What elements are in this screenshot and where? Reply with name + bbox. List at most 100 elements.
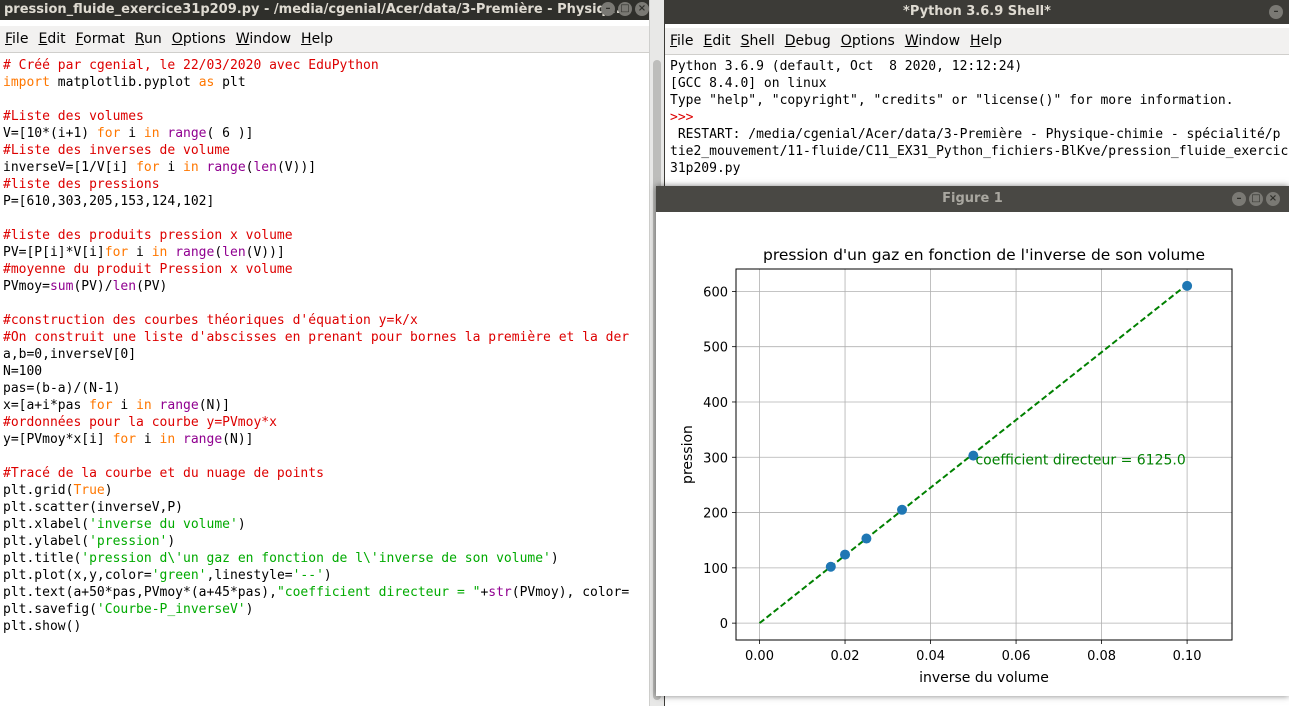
code-line: #ordonnées pour la courbe y=PVmoy*x: [3, 415, 277, 430]
y-axis-label: pression: [680, 425, 696, 484]
y-tick-label: 600: [703, 285, 728, 300]
minimize-icon[interactable]: –: [601, 2, 615, 16]
code-line: #Liste des inverses de volume: [3, 143, 230, 158]
shell-menu-window[interactable]: Window: [900, 28, 965, 54]
y-tick-label: 500: [703, 341, 728, 356]
figure-window-buttons: – □ ×: [1232, 192, 1280, 206]
code-line: a,b=0,inverseV[0]: [3, 347, 137, 362]
scatter-point: [861, 533, 872, 544]
y-tick-label: 0: [720, 617, 728, 632]
code-line: plt.text(a+50*pas,PVmoy*(a+45*pas),"coef…: [3, 585, 630, 600]
scatter-point: [1182, 280, 1193, 291]
figure-titlebar[interactable]: Figure 1 – □ ×: [656, 186, 1289, 212]
code-line: import matplotlib.pyplot as plt: [3, 75, 246, 90]
code-line: plt.scatter(inverseV,P): [3, 500, 184, 515]
y-tick-label: 400: [703, 396, 728, 411]
code-line: V=[10*(i+1) for i in range( 6 )]: [3, 126, 254, 141]
code-line: plt.savefig('Courbe-P_inverseV'): [3, 602, 254, 617]
editor-window-buttons: – □ ×: [601, 2, 649, 16]
minimize-icon[interactable]: –: [1232, 192, 1246, 206]
y-tick-label: 200: [703, 507, 728, 522]
shell-titlebar[interactable]: *Python 3.6.9 Shell* –: [665, 0, 1289, 24]
editor-menu-options[interactable]: Options: [167, 26, 231, 52]
shell-menu-help[interactable]: Help: [965, 28, 1007, 54]
editor-window: pression_fluide_exercice31p209.py - /med…: [0, 0, 649, 706]
code-line: P=[610,303,205,153,124,102]: [3, 194, 215, 209]
scatter-point: [840, 549, 851, 560]
code-line: y=[PVmoy*x[i] for i in range(N)]: [3, 432, 254, 447]
minimize-icon[interactable]: –: [1269, 5, 1283, 19]
editor-title: pression_fluide_exercice31p209.py - /med…: [4, 2, 621, 17]
figure-title: Figure 1: [942, 191, 1003, 206]
x-tick-label: 0.00: [745, 649, 774, 664]
shell-menu-file[interactable]: File: [665, 28, 698, 54]
editor-titlebar[interactable]: pression_fluide_exercice31p209.py - /med…: [0, 0, 649, 20]
code-line: #Tracé de la courbe et du nuage de point…: [3, 466, 324, 481]
code-line: #Liste des volumes: [3, 109, 144, 124]
shell-line: >>>: [670, 110, 694, 125]
shell-line: Python 3.6.9 (default, Oct 8 2020, 12:12…: [670, 59, 1023, 74]
shell-menu-edit[interactable]: Edit: [698, 28, 735, 54]
close-icon[interactable]: ×: [1266, 192, 1280, 206]
code-line: #On construit une liste d'abscisses en p…: [3, 330, 630, 345]
shell-line: Type "help", "copyright", "credits" or "…: [670, 93, 1234, 108]
close-icon[interactable]: ×: [635, 2, 649, 16]
maximize-icon[interactable]: □: [618, 2, 632, 16]
x-tick-label: 0.06: [1002, 649, 1031, 664]
code-line: pas=(b-a)/(N-1): [3, 381, 121, 396]
code-line: plt.title('pression d\'un gaz en fonctio…: [3, 551, 559, 566]
code-line: PVmoy=sum(PV)/len(PV): [3, 279, 168, 294]
x-tick-label: 0.02: [831, 649, 860, 664]
figure-window: Figure 1 – □ × 0.00 0.02 0.04 0.06 0.08 0.10 0…: [656, 186, 1289, 696]
editor-menu-file[interactable]: File: [0, 26, 33, 52]
shell-menubar: File Edit Shell Debug Options Window Help: [665, 28, 1289, 55]
shell-line: [GCC 8.4.0] on linux: [670, 76, 827, 91]
code-line: plt.show(): [3, 619, 82, 634]
slope-annotation: coefficient directeur = 6125.0: [975, 452, 1185, 468]
shell-window-buttons: –: [1269, 5, 1283, 19]
y-tick-label: 100: [703, 562, 728, 577]
code-line: plt.xlabel('inverse du volume'): [3, 517, 246, 532]
editor-menu-edit[interactable]: Edit: [33, 26, 70, 52]
scatter-point: [825, 561, 836, 572]
editor-code-area[interactable]: # Créé par cgenial, le 22/03/2020 avec E…: [0, 57, 649, 635]
code-line: #moyenne du produit Pression x volume: [3, 262, 293, 277]
shell-line: RESTART: /media/cgenial/Acer/data/3-Prem…: [670, 127, 1281, 142]
code-line: PV=[P[i]*V[i]for i in range(len(V))]: [3, 245, 285, 260]
y-tick-label: 300: [703, 451, 728, 466]
shell-menu-shell[interactable]: Shell: [736, 28, 780, 54]
shell-menu-debug[interactable]: Debug: [780, 28, 836, 54]
pressure-chart: 0.00 0.02 0.04 0.06 0.08 0.10 0 100 200 300 400 500…: [680, 246, 1233, 686]
scatter-point: [897, 504, 908, 515]
code-line: #construction des courbes théoriques d'é…: [3, 313, 418, 328]
maximize-icon[interactable]: □: [1249, 192, 1263, 206]
code-line: #liste des produits pression x volume: [3, 228, 293, 243]
code-line: N=100: [3, 364, 43, 379]
shell-output-area[interactable]: Python 3.6.9 (default, Oct 8 2020, 12:12…: [670, 58, 1289, 177]
shell-title: *Python 3.6.9 Shell*: [903, 4, 1051, 19]
x-tick-label: 0.10: [1173, 649, 1202, 664]
code-line: inverseV=[1/V[i] for i in range(len(V))]: [3, 160, 317, 175]
code-line: # Créé par cgenial, le 22/03/2020 avec E…: [3, 58, 379, 73]
editor-menu-format[interactable]: Format: [71, 26, 130, 52]
editor-menu-run[interactable]: Run: [130, 26, 167, 52]
x-axis-label: inverse du volume: [919, 670, 1049, 686]
code-line: #liste des pressions: [3, 177, 160, 192]
shell-line: tie2_mouvement/11-fluide/C11_EX31_Python…: [670, 144, 1289, 159]
shell-line: 31p209.py: [670, 161, 741, 176]
editor-menu-window[interactable]: Window: [231, 26, 296, 52]
code-line: plt.grid(True): [3, 483, 113, 498]
editor-menubar: File Edit Format Run Options Window Help: [0, 26, 649, 53]
x-tick-label: 0.08: [1087, 649, 1116, 664]
shell-menu-options[interactable]: Options: [836, 28, 900, 54]
code-line: plt.plot(x,y,color='green',linestyle='--…: [3, 568, 332, 583]
editor-menu-help[interactable]: Help: [296, 26, 338, 52]
code-line: x=[a+i*pas for i in range(N)]: [3, 398, 230, 413]
x-tick-label: 0.04: [916, 649, 945, 664]
code-line: plt.ylabel('pression'): [3, 534, 176, 549]
chart-title: pression d'un gaz en fonction de l'inver…: [763, 246, 1205, 264]
